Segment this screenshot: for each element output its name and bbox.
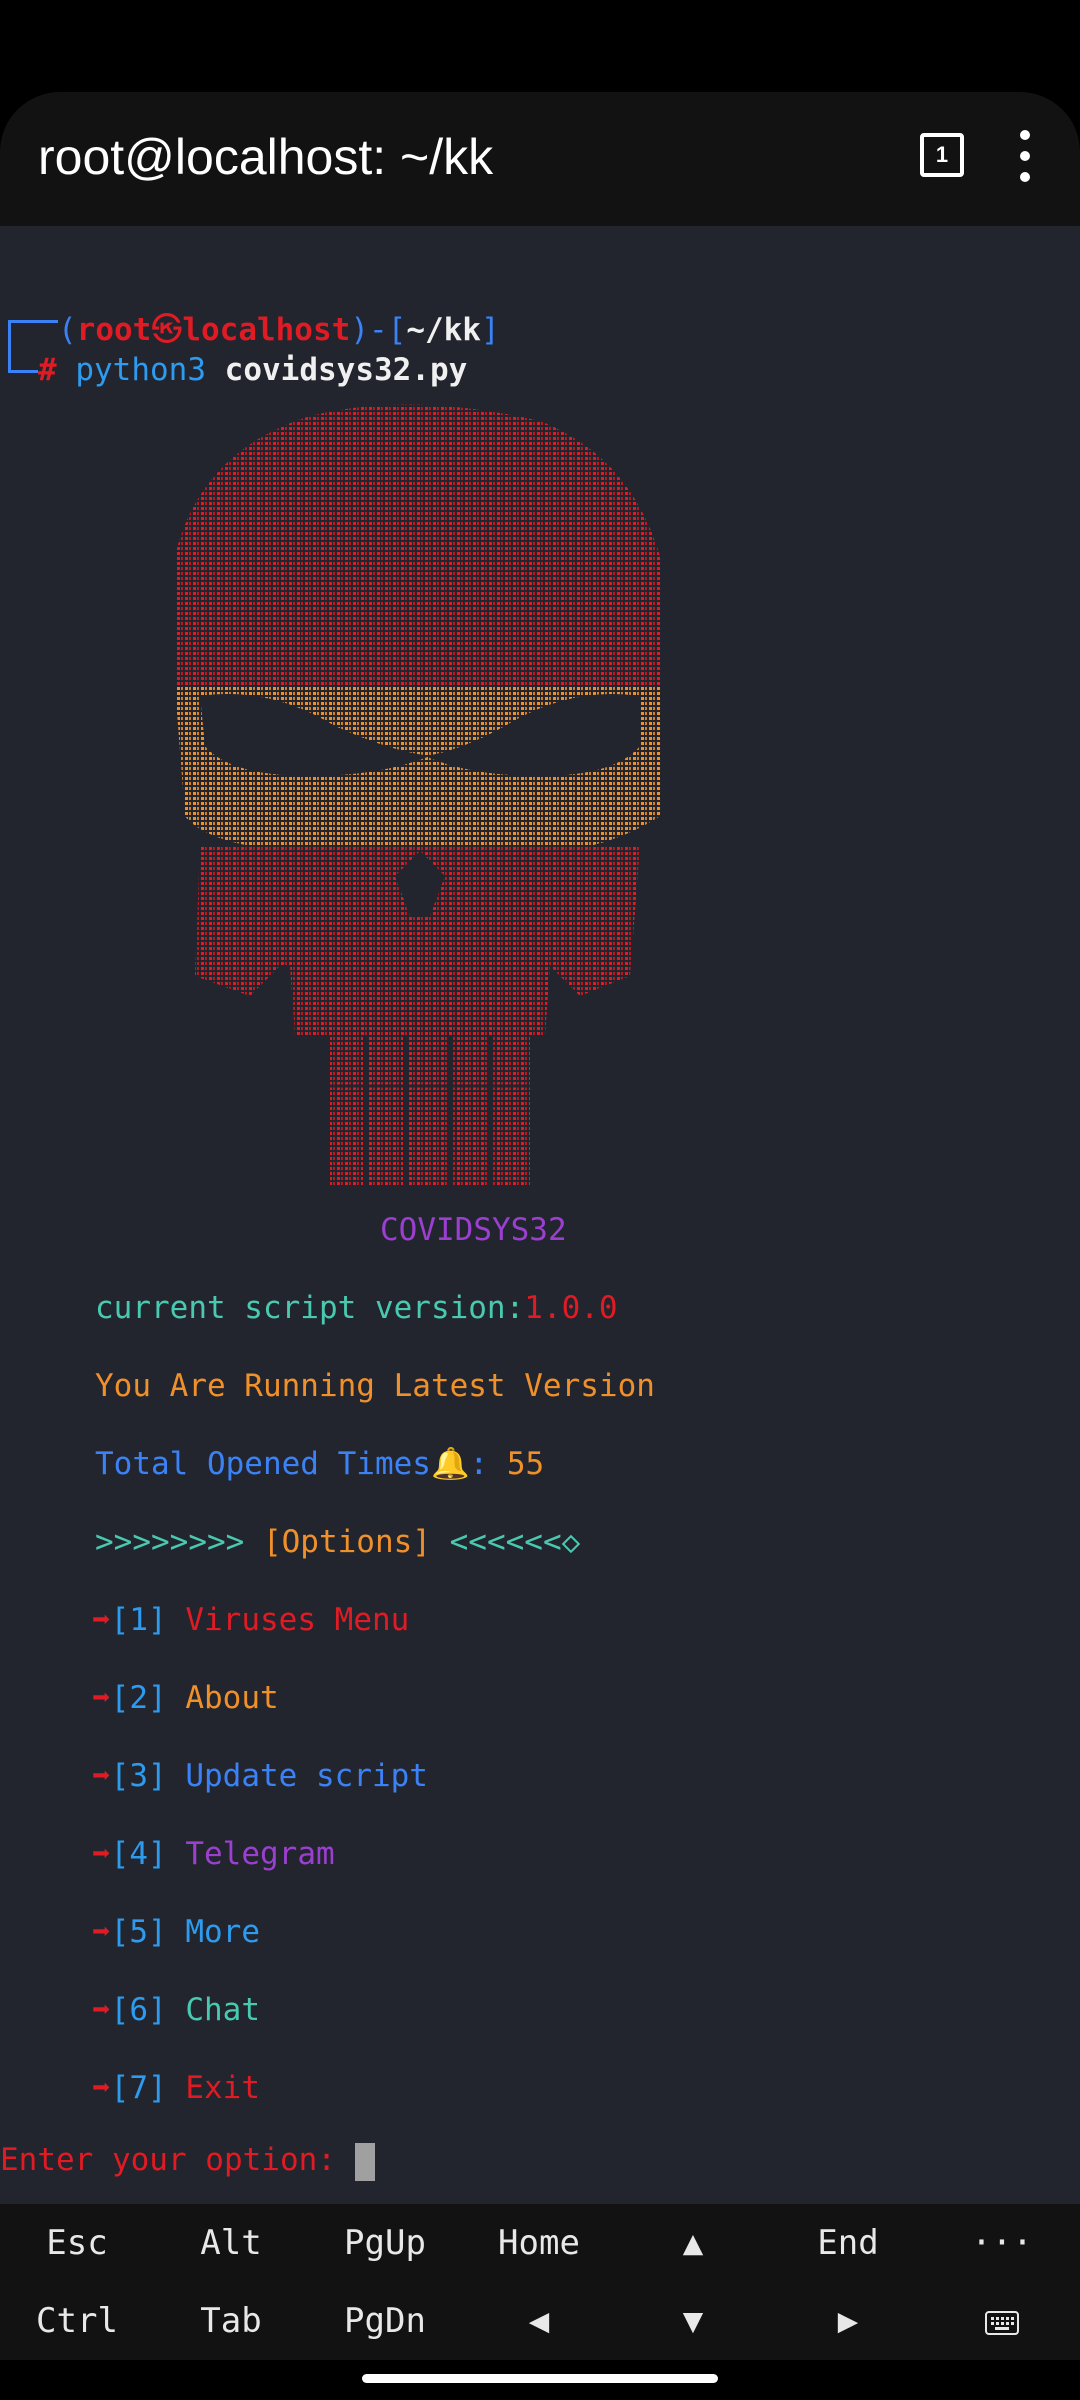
version-line: current script version:1.0.0 bbox=[95, 1290, 618, 1326]
menu-option-number: [1] bbox=[110, 1602, 167, 1638]
menu-option-label: About bbox=[185, 1680, 279, 1716]
key-more-icon[interactable]: ··· bbox=[927, 2204, 1077, 2282]
menu-option-number: [4] bbox=[110, 1836, 167, 1872]
extra-keys-bar: Esc Alt PgUp Home ▲ End ··· Ctrl Tab PgDn ◀ ▼ ▶ bbox=[0, 2204, 1080, 2360]
arrow-right-icon: ➡ bbox=[92, 1992, 111, 2028]
menu-option[interactable]: ➡[1] Viruses Menu bbox=[92, 1600, 409, 1640]
menu-option-label: Telegram bbox=[185, 1836, 335, 1872]
app-bar: root@localhost: ~/kk 1 bbox=[0, 92, 1080, 226]
arrow-right-icon: ➡ bbox=[92, 1758, 111, 1794]
key-end[interactable]: End bbox=[773, 2204, 923, 2282]
key-left-arrow-icon[interactable]: ◀ bbox=[464, 2282, 614, 2360]
status-bar bbox=[0, 0, 1080, 92]
menu-option-label: Chat bbox=[185, 1992, 260, 2028]
skull-ascii-art bbox=[175, 404, 660, 1186]
menu-option[interactable]: ➡[4] Telegram bbox=[92, 1834, 335, 1874]
home-indicator[interactable] bbox=[362, 2374, 718, 2383]
key-esc[interactable]: Esc bbox=[2, 2204, 152, 2282]
terminal-output[interactable]: (root㉿localhost)-[~/kk] # python3 covids… bbox=[0, 226, 1080, 2204]
menu-option-number: [6] bbox=[110, 1992, 167, 2028]
arrow-right-icon: ➡ bbox=[92, 1914, 111, 1950]
arrow-right-icon: ➡ bbox=[92, 1602, 111, 1638]
options-header: >>>>>>>> [Options] <<<<<<◇ bbox=[95, 1524, 581, 1560]
command-line: # python3 covidsys32.py bbox=[38, 352, 468, 388]
menu-option[interactable]: ➡[3] Update script bbox=[92, 1756, 428, 1796]
input-prompt[interactable]: Enter your option: bbox=[0, 2140, 375, 2181]
key-pgup[interactable]: PgUp bbox=[310, 2204, 460, 2282]
prompt-line: (root㉿localhost)-[~/kk] bbox=[58, 312, 500, 348]
more-options-icon[interactable] bbox=[1010, 128, 1040, 184]
arrow-right-icon: ➡ bbox=[92, 2070, 111, 2106]
menu-option-number: [7] bbox=[110, 2070, 167, 2106]
menu-option-number: [5] bbox=[110, 1914, 167, 1950]
key-tab[interactable]: Tab bbox=[156, 2282, 306, 2360]
key-up-arrow-icon[interactable]: ▲ bbox=[618, 2204, 768, 2282]
menu-option[interactable]: ➡[5] More bbox=[92, 1912, 260, 1952]
menu-option[interactable]: ➡[2] About bbox=[92, 1678, 279, 1718]
key-alt[interactable]: Alt bbox=[156, 2204, 306, 2282]
menu-option-number: [2] bbox=[110, 1680, 167, 1716]
prompt-corner-line bbox=[8, 370, 38, 373]
keyboard-icon[interactable] bbox=[927, 2282, 1077, 2360]
key-right-arrow-icon[interactable]: ▶ bbox=[773, 2282, 923, 2360]
menu-option-label: Viruses Menu bbox=[185, 1602, 410, 1638]
menu-option[interactable]: ➡[6] Chat bbox=[92, 1990, 260, 2030]
menu-option-label: More bbox=[185, 1914, 260, 1950]
key-ctrl[interactable]: Ctrl bbox=[2, 2282, 152, 2360]
menu-option-label: Exit bbox=[185, 2070, 260, 2106]
menu-option[interactable]: ➡[7] Exit bbox=[92, 2068, 260, 2108]
banner-title: COVIDSYS32 bbox=[380, 1212, 567, 1248]
status-line: You Are Running Latest Version bbox=[95, 1368, 655, 1404]
arrow-right-icon: ➡ bbox=[92, 1836, 111, 1872]
key-down-arrow-icon[interactable]: ▼ bbox=[618, 2282, 768, 2360]
session-count-button[interactable]: 1 bbox=[920, 133, 964, 177]
session-title: root@localhost: ~/kk bbox=[38, 129, 494, 185]
key-pgdn[interactable]: PgDn bbox=[310, 2282, 460, 2360]
key-home[interactable]: Home bbox=[464, 2204, 614, 2282]
opened-times-line: Total Opened Times🔔: 55 bbox=[95, 1446, 545, 1482]
arrow-right-icon: ➡ bbox=[92, 1680, 111, 1716]
menu-option-number: [3] bbox=[110, 1758, 167, 1794]
menu-option-label: Update script bbox=[185, 1758, 428, 1794]
text-cursor bbox=[354, 2142, 375, 2181]
